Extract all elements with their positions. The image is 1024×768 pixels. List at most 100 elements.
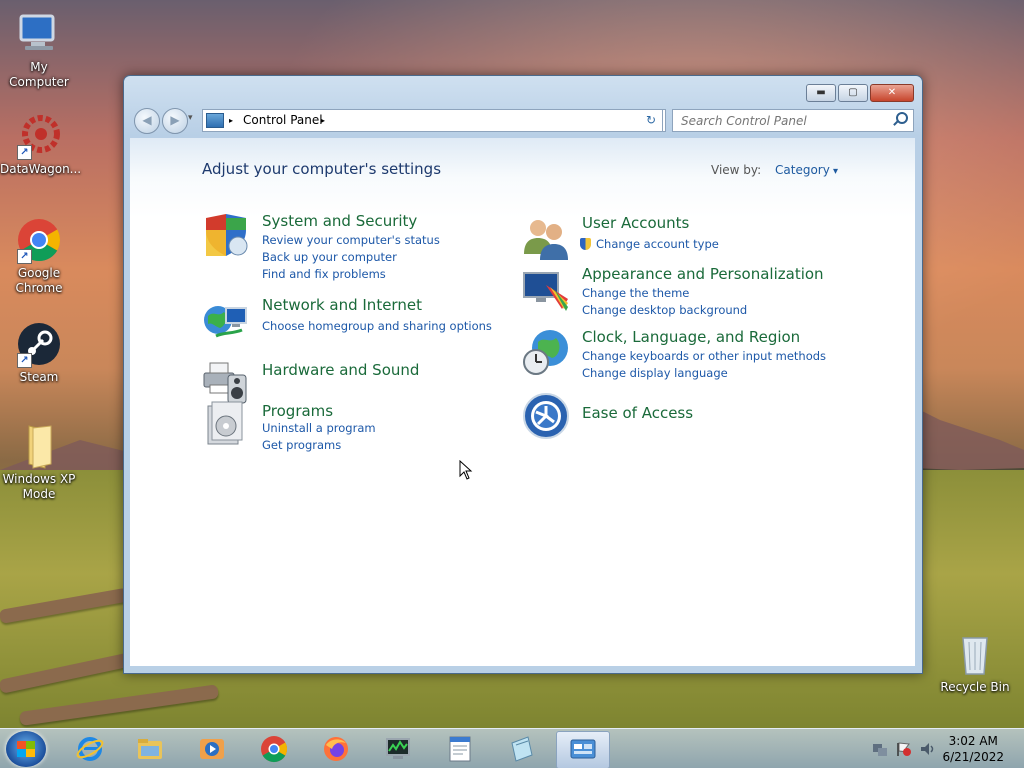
window-controls: ▬ ▢ ✕ [804, 84, 914, 102]
desktop-icon-datawagon[interactable]: ↗ DataWagon... [0, 112, 82, 177]
taskbar-chrome[interactable] [248, 731, 300, 767]
taskbar-notepad[interactable] [496, 731, 548, 767]
taskbar-control-panel[interactable] [556, 731, 610, 768]
category-links: Review your computer's status Back up yo… [262, 232, 440, 283]
desktop-icon-label: Windows XP Mode [2, 472, 76, 501]
clock[interactable]: 3:02 AM 6/21/2022 [942, 733, 1004, 765]
taskbar-task-manager[interactable] [372, 731, 424, 767]
chrome-icon: ↗ [15, 216, 63, 264]
programs-icon[interactable] [202, 400, 250, 448]
network-icon[interactable] [872, 741, 888, 757]
back-up-link[interactable]: Back up your computer [262, 249, 440, 266]
clock-time: 3:02 AM [948, 734, 998, 748]
change-theme-link[interactable]: Change the theme [582, 285, 747, 302]
change-desktop-background-link[interactable]: Change desktop background [582, 302, 747, 319]
taskbar-internet-explorer[interactable] [64, 731, 116, 767]
shortcut-arrow-icon: ↗ [17, 249, 32, 264]
programs-link[interactable]: Programs [262, 402, 333, 420]
desktop-icon-label: Google Chrome [15, 266, 63, 295]
windows-logo-icon [17, 741, 35, 757]
shield-icon[interactable] [202, 212, 250, 260]
mouse-cursor-icon [459, 460, 473, 480]
category-links: Change keyboards or other input methods … [582, 348, 826, 382]
change-account-type-link[interactable]: Change account type [580, 236, 719, 253]
taskbar-firefox[interactable] [310, 731, 362, 767]
breadcrumb-control-panel[interactable]: Control Panel [243, 110, 323, 131]
control-panel-window: ▬ ▢ ✕ ◀ ▶ ▾ ▸ Control Panel ▸ ▾ ↻ Adjust… [123, 75, 923, 674]
ease-of-access-link[interactable]: Ease of Access [582, 404, 693, 422]
notepad-icon [511, 736, 533, 762]
maximize-button[interactable]: ▢ [838, 84, 868, 102]
homegroup-sharing-link[interactable]: Choose homegroup and sharing options [262, 318, 492, 335]
clock-language-and-region-link[interactable]: Clock, Language, and Region [582, 328, 800, 346]
navigation-bar: ◀ ▶ ▾ ▸ Control Panel ▸ ▾ ↻ [132, 107, 916, 134]
taskbar-wordpad[interactable] [434, 731, 486, 767]
user-accounts-icon[interactable] [522, 214, 570, 262]
ease-of-access-icon[interactable] [522, 392, 570, 440]
desktop-icon-steam[interactable]: ↗ Steam [0, 320, 78, 385]
change-keyboards-link[interactable]: Change keyboards or other input methods [582, 348, 826, 365]
find-fix-problems-link[interactable]: Find and fix problems [262, 266, 440, 283]
wordpad-icon [449, 736, 471, 762]
search-icon[interactable] [896, 112, 908, 124]
desktop-icon-label: My Computer [9, 60, 69, 89]
volume-icon[interactable] [920, 741, 936, 757]
recent-pages-dropdown[interactable]: ▾ [188, 113, 193, 123]
printer-speaker-icon[interactable] [202, 357, 250, 405]
category-links: Uninstall a program Get programs [262, 420, 376, 454]
taskbar: 3:02 AM 6/21/2022 [0, 728, 1024, 768]
folder-icon [15, 422, 63, 470]
get-programs-link[interactable]: Get programs [262, 437, 376, 454]
view-by-dropdown[interactable]: Category [775, 163, 838, 177]
control-panel-icon [570, 739, 596, 759]
breadcrumb-arrow-icon[interactable]: ▸ [229, 110, 233, 131]
media-player-icon [200, 739, 224, 759]
taskbar-windows-explorer[interactable] [124, 731, 176, 767]
close-button[interactable]: ✕ [870, 84, 914, 102]
internet-explorer-icon [76, 737, 104, 761]
system-tray: 3:02 AM 6/21/2022 [854, 729, 1024, 768]
desktop-icon-label: Steam [19, 370, 59, 384]
page-title: Adjust your computer's settings [202, 160, 442, 178]
desktop-icon-windows-xp-mode[interactable]: Windows XP Mode [0, 422, 78, 502]
steam-icon: ↗ [15, 320, 63, 368]
chrome-icon [261, 736, 288, 763]
appearance-and-personalization-link[interactable]: Appearance and Personalization [582, 265, 824, 283]
clock-globe-icon[interactable] [522, 328, 570, 376]
search-input[interactable] [679, 110, 883, 132]
search-box[interactable] [672, 109, 914, 132]
system-and-security-link[interactable]: System and Security [262, 212, 417, 230]
shortcut-arrow-icon: ↗ [17, 145, 32, 160]
computer-icon [15, 10, 63, 58]
minimize-button[interactable]: ▬ [806, 84, 836, 102]
desktop-icon-my-computer[interactable]: My Computer [0, 10, 78, 90]
task-manager-icon [386, 738, 410, 759]
desktop-icon-google-chrome[interactable]: ↗ Google Chrome [0, 216, 78, 296]
start-button[interactable] [6, 731, 46, 767]
clock-date: 6/21/2022 [942, 750, 1004, 764]
refresh-button[interactable]: ↻ [640, 109, 663, 132]
recycle-bin-icon [951, 630, 999, 678]
back-button[interactable]: ◀ [134, 108, 160, 134]
desktop-icon-label: DataWagon... [0, 162, 82, 176]
taskbar-media-player[interactable] [186, 731, 238, 767]
appearance-icon[interactable] [522, 265, 570, 313]
network-and-internet-link[interactable]: Network and Internet [262, 296, 422, 314]
firefox-icon [324, 737, 348, 761]
network-globe-icon[interactable] [202, 296, 250, 344]
forward-button[interactable]: ▶ [162, 108, 188, 134]
desktop-icon-label: Recycle Bin [940, 680, 1010, 694]
address-bar[interactable]: ▸ Control Panel ▸ ▾ [202, 109, 666, 132]
control-panel-icon [206, 113, 224, 128]
change-display-language-link[interactable]: Change display language [582, 365, 826, 382]
view-by-label: View by: [711, 163, 762, 177]
category-links: Change account type [580, 236, 719, 253]
review-status-link[interactable]: Review your computer's status [262, 232, 440, 249]
hardware-and-sound-link[interactable]: Hardware and Sound [262, 361, 419, 379]
breadcrumb-arrow-icon[interactable]: ▸ [321, 110, 325, 131]
user-accounts-link[interactable]: User Accounts [582, 214, 689, 232]
uninstall-program-link[interactable]: Uninstall a program [262, 420, 376, 437]
desktop-icon-recycle-bin[interactable]: Recycle Bin [936, 630, 1014, 695]
shortcut-arrow-icon: ↗ [17, 353, 32, 368]
action-center-flag-icon[interactable] [896, 741, 912, 757]
